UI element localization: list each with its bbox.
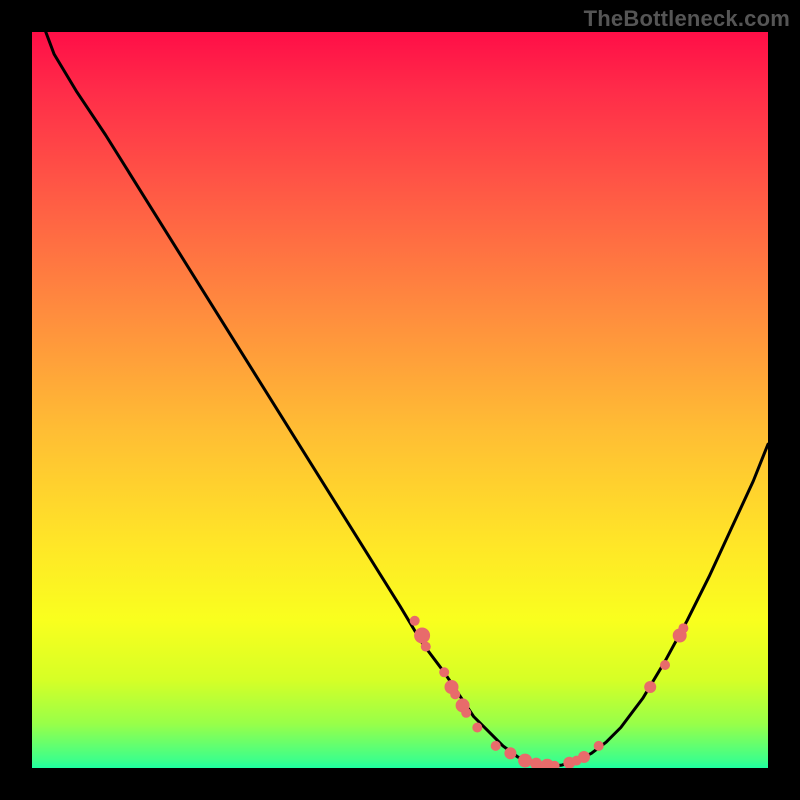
highlight-point xyxy=(504,747,516,759)
highlight-point xyxy=(461,708,471,718)
plot-area xyxy=(32,32,768,768)
highlight-point xyxy=(414,628,430,644)
highlight-point xyxy=(450,689,460,699)
highlight-point xyxy=(594,741,604,751)
chart-container: TheBottleneck.com xyxy=(0,0,800,800)
highlight-point xyxy=(660,660,670,670)
curve-overlay xyxy=(32,32,768,768)
highlight-point xyxy=(644,681,656,693)
highlight-point xyxy=(491,741,501,751)
highlight-point xyxy=(578,751,590,763)
highlight-point xyxy=(678,623,688,633)
highlight-point xyxy=(410,616,420,626)
highlight-point xyxy=(439,667,449,677)
highlight-point xyxy=(421,642,431,652)
highlight-point xyxy=(518,754,532,768)
highlight-point xyxy=(472,723,482,733)
bottleneck-curve xyxy=(32,32,768,766)
watermark-text: TheBottleneck.com xyxy=(584,6,790,32)
